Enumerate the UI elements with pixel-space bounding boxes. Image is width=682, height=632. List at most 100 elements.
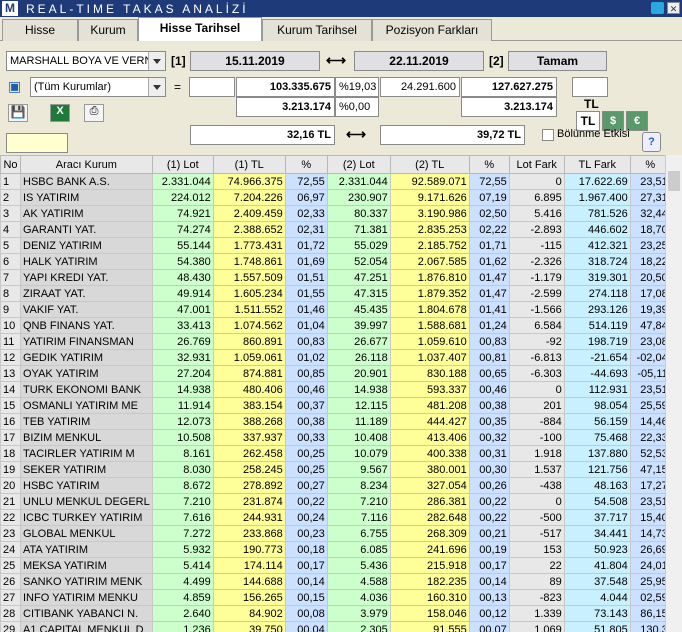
table-row[interactable]: 8 ZIRAAT YAT. 49.914 1.605.234 01,55 47.315 1.… <box>0 285 671 302</box>
empty-field-1 <box>189 77 235 97</box>
table-row[interactable]: 7 YAPI KREDI YAT. 48.430 1.557.509 01,51 47.2… <box>0 269 671 286</box>
table-cell: 27 <box>0 589 21 606</box>
table-cell: 23 <box>0 525 21 542</box>
table-row[interactable]: 27 INFO YATIRIM MENKU 4.859 156.265 00,15 4.0… <box>0 589 671 606</box>
table-row[interactable]: 22 ICBC TURKEY YATIRIM 7.616 244.931 00,24 7.… <box>0 509 671 526</box>
table-row[interactable]: 26 SANKO YATIRIM MENK 4.499 144.688 00,14 4.5… <box>0 573 671 590</box>
column-header[interactable]: % <box>468 155 510 174</box>
table-cell: -1.179 <box>508 269 565 286</box>
tab-kurum[interactable]: Kurum <box>78 19 138 41</box>
table-row[interactable]: 23 GLOBAL MENKUL 7.272 233.868 00,23 6.755 268… <box>0 525 671 542</box>
table-cell: 00,13 <box>468 589 510 606</box>
excel-icon[interactable]: X <box>50 104 70 122</box>
table-row[interactable]: 24 ATA YATIRIM 5.932 190.773 00,18 6.085 241.6… <box>0 541 671 558</box>
tab-pozisyon-farklari[interactable]: Pozisyon Farkları <box>372 19 492 41</box>
table-row[interactable]: 20 HSBC YATIRIM 8.672 278.892 00,27 8.234 327.… <box>0 477 671 494</box>
table-cell: 00,18 <box>284 541 328 558</box>
table-cell: 860.891 <box>212 333 286 350</box>
tab-hisse[interactable]: Hisse <box>2 19 78 41</box>
split-checkbox[interactable] <box>542 129 554 141</box>
table-row[interactable]: 16 TEB YATIRIM 12.073 388.268 00,38 11.189 444… <box>0 413 671 430</box>
table-cell: 4.044 <box>563 589 631 606</box>
tab-kurum-tarihsel[interactable]: Kurum Tarihsel <box>262 19 372 41</box>
institution-icon[interactable]: ▣ <box>8 77 28 95</box>
twitter-icon[interactable] <box>651 2 664 14</box>
table-row[interactable]: 1 HSBC BANK A.S. 2.331.044 74.966.375 72,55 2… <box>0 173 671 190</box>
table-cell: -100 <box>508 429 565 446</box>
table-cell: 412.321 <box>563 237 631 254</box>
table-row[interactable]: 4 GARANTI YAT. 74.274 2.388.652 02,31 71.381 2… <box>0 221 671 238</box>
table-row[interactable]: 11 YATIRIM FINANSMAN 26.769 860.891 00,83 26.… <box>0 333 671 350</box>
table-row[interactable]: 21 UNLU MENKUL DEGERL 7.210 231.874 00,22 7.2… <box>0 493 671 510</box>
print-icon[interactable]: ⎙ <box>84 104 104 122</box>
table-cell: 230.907 <box>326 189 391 206</box>
table-cell: 1.588.681 <box>389 317 470 334</box>
close-icon[interactable]: ✕ <box>667 2 680 14</box>
table-cell: -115 <box>508 237 565 254</box>
table-row[interactable]: 2 IS YATIRIM 224.012 7.204.226 06,97 230.907 9… <box>0 189 671 206</box>
table-cell: -2.599 <box>508 285 565 302</box>
date2-field[interactable]: 22.11.2019 <box>354 51 484 71</box>
table-cell: 22 <box>0 509 21 526</box>
table-cell: A1 CAPITAL MENKUL D <box>20 621 153 632</box>
scrollbar-thumb[interactable] <box>668 171 680 191</box>
table-row[interactable]: 5 DENIZ YATIRIM 55.144 1.773.431 01,72 55.029… <box>0 237 671 254</box>
table-row[interactable]: 10 QNB FINANS YAT. 33.413 1.074.562 01,04 39.… <box>0 317 671 334</box>
table-row[interactable]: 28 CITIBANK YABANCI N. 2.640 84.902 00,08 3.9… <box>0 605 671 622</box>
table-cell: 00,35 <box>468 413 510 430</box>
column-header[interactable]: No <box>0 155 21 174</box>
table-cell: 2.409.459 <box>212 205 286 222</box>
column-header[interactable]: (2) TL <box>389 155 470 174</box>
table-row[interactable]: 9 VAKIF YAT. 47.001 1.511.552 01,46 45.435 1.8… <box>0 301 671 318</box>
table-cell: 00,21 <box>468 525 510 542</box>
table-row[interactable]: 6 HALK YATIRIM 54.380 1.748.861 01,69 52.054 2… <box>0 253 671 270</box>
table-cell: 4 <box>0 221 21 238</box>
table-cell: OSMANLI YATIRIM ME <box>20 397 153 414</box>
table-cell: 388.268 <box>212 413 286 430</box>
table-cell: 00,17 <box>284 557 328 574</box>
help-button[interactable]: ? <box>642 132 661 152</box>
tab-hisse-tarihsel[interactable]: Hisse Tarihsel <box>138 17 262 42</box>
column-header[interactable]: (2) Lot <box>326 155 391 174</box>
table-row[interactable]: 15 OSMANLI YATIRIM ME 11.914 383.154 00,37 12… <box>0 397 671 414</box>
price-range-arrow: ⟷ <box>346 126 367 142</box>
search-input[interactable] <box>6 133 68 153</box>
ok-button[interactable]: Tamam <box>508 51 607 71</box>
table-cell: -823 <box>508 589 565 606</box>
table-row[interactable]: 19 SEKER YATIRIM 8.030 258.245 00,25 9.567 380… <box>0 461 671 478</box>
institution-select[interactable]: (Tüm Kurumlar) <box>30 77 166 97</box>
table-cell: 47.001 <box>151 301 214 318</box>
column-header[interactable]: Lot Fark <box>508 155 565 174</box>
column-header[interactable]: Aracı Kurum <box>20 155 153 174</box>
table-row[interactable]: 12 GEDIK YATIRIM 32.931 1.059.061 01,02 26.11… <box>0 349 671 366</box>
stock-select[interactable]: MARSHALL BOYA VE VERN <box>6 51 166 71</box>
table-cell: 6.085 <box>326 541 391 558</box>
column-header[interactable]: % <box>284 155 328 174</box>
vertical-scrollbar[interactable] <box>665 155 682 632</box>
table-cell: 01,47 <box>468 269 510 286</box>
save-icon[interactable]: 💾 <box>8 104 28 122</box>
table-row[interactable]: 13 OYAK YATIRIM 27.204 874.881 00,85 20.901 83… <box>0 365 671 382</box>
table-cell: 274.118 <box>563 285 631 302</box>
table-row[interactable]: 17 BIZIM MENKUL 10.508 337.937 00,33 10.408 41… <box>0 429 671 446</box>
table-row[interactable]: 14 TURK EKONOMI BANK 14.938 480.406 00,46 14.… <box>0 381 671 398</box>
table-cell: 7.210 <box>151 493 214 510</box>
table-cell: 01,71 <box>468 237 510 254</box>
table-cell: SEKER YATIRIM <box>20 461 153 478</box>
date1-field[interactable]: 15.11.2019 <box>190 51 320 71</box>
table-row[interactable]: 18 TACIRLER YATIRIM M 8.161 262.458 00,25 10.… <box>0 445 671 462</box>
table-cell: 190.773 <box>212 541 286 558</box>
table-row[interactable]: 3 AK YATIRIM 74.921 2.409.459 02,33 80.337 3.1… <box>0 205 671 222</box>
column-header[interactable]: (1) Lot <box>151 155 214 174</box>
table-row[interactable]: 25 MEKSA YATIRIM 5.414 174.114 00,17 5.436 215… <box>0 557 671 574</box>
table-row[interactable]: 29 A1 CAPITAL MENKUL D 1.236 39.750 00,04 2.3… <box>0 621 671 632</box>
table-cell: GEDIK YATIRIM <box>20 349 153 366</box>
table-cell: -2.893 <box>508 221 565 238</box>
column-header[interactable]: TL Fark <box>563 155 631 174</box>
table-cell: 4.588 <box>326 573 391 590</box>
column-header[interactable]: (1) TL <box>212 155 286 174</box>
table-cell: 47.251 <box>326 269 391 286</box>
table-cell: 51.805 <box>563 621 631 632</box>
table-cell: 98.054 <box>563 397 631 414</box>
table-cell: 74.921 <box>151 205 214 222</box>
